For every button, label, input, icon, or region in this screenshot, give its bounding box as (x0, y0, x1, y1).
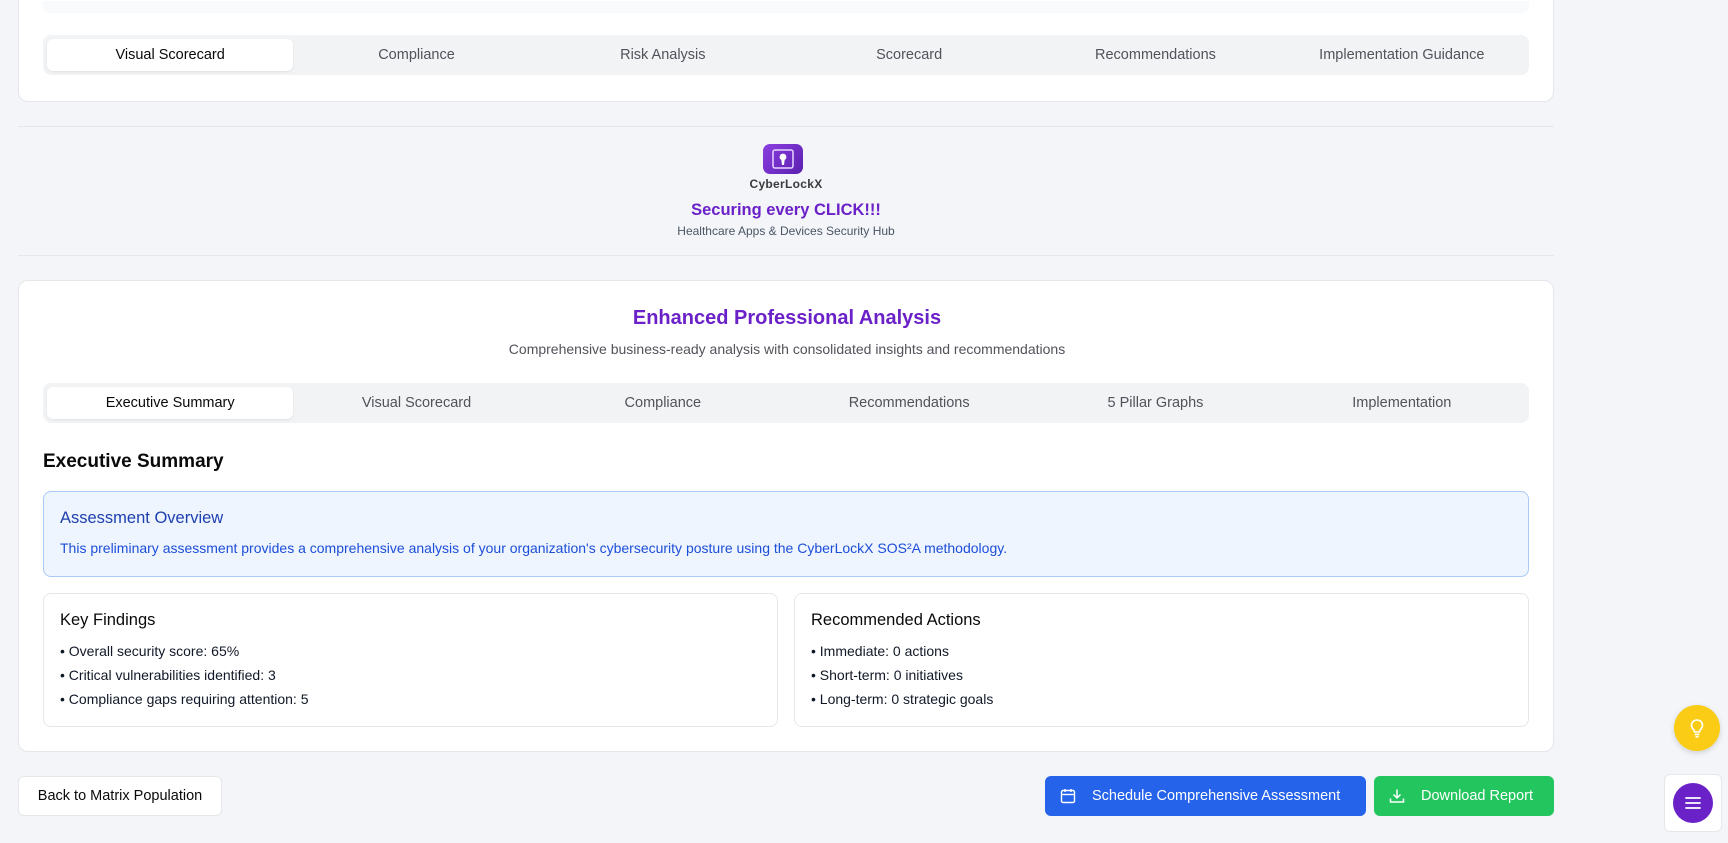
back-button-label: Back to Matrix Population (37, 788, 203, 804)
tab-executive-summary[interactable]: Executive Summary (47, 387, 294, 419)
list-item: • Short-term: 0 initiatives (811, 667, 963, 683)
list-item: • Compliance gaps requiring attention: 5 (60, 691, 309, 707)
top-card-content-strip (43, 1, 1529, 13)
section-title: Executive Summary (43, 451, 224, 472)
top-tab-scorecard[interactable]: Scorecard (786, 39, 1032, 71)
menu-button-container (1664, 774, 1722, 832)
tab-5-pillar-graphs[interactable]: 5 Pillar Graphs (1032, 387, 1278, 419)
recommended-actions-title: Recommended Actions (811, 611, 981, 629)
overview-text: This preliminary assessment provides a c… (60, 540, 1008, 556)
download-button-label: Download Report (1421, 788, 1534, 804)
menu-button[interactable] (1673, 783, 1713, 823)
list-item: • Immediate: 0 actions (811, 643, 949, 659)
tab-compliance[interactable]: Compliance (540, 387, 786, 419)
analysis-title: Enhanced Professional Analysis (632, 307, 942, 329)
tab-recommendations[interactable]: Recommendations (786, 387, 1032, 419)
analysis-card: Enhanced Professional Analysis Comprehen… (18, 280, 1554, 752)
tab-visual-scorecard[interactable]: Visual Scorecard (293, 387, 539, 419)
top-report-card: Visual Scorecard Compliance Risk Analysi… (18, 0, 1554, 102)
key-findings-title: Key Findings (60, 611, 156, 629)
brand-header: CyberLockX Securing every CLICK!!! Healt… (18, 126, 1554, 256)
list-item: • Long-term: 0 strategic goals (811, 691, 994, 707)
list-item: • Critical vulnerabilities identified: 3 (60, 667, 276, 683)
top-tab-risk-analysis[interactable]: Risk Analysis (540, 39, 786, 71)
top-tab-compliance[interactable]: Compliance (293, 39, 539, 71)
logo-text: CyberLockX (749, 177, 823, 191)
recommended-actions-panel: Recommended Actions • Immediate: 0 actio… (794, 593, 1529, 727)
key-findings-panel: Key Findings • Overall security score: 6… (43, 593, 778, 727)
top-tab-visual-scorecard[interactable]: Visual Scorecard (47, 39, 294, 71)
brand-subtitle: Healthcare Apps & Devices Security Hub (677, 224, 895, 238)
top-tab-recommendations[interactable]: Recommendations (1032, 39, 1278, 71)
tab-implementation[interactable]: Implementation (1279, 387, 1525, 419)
keyhole-lock-icon (772, 149, 794, 169)
lightbulb-icon (1690, 719, 1704, 738)
download-report-button[interactable]: Download Report (1374, 776, 1554, 816)
schedule-button-label: Schedule Comprehensive Assessment (1092, 788, 1341, 804)
top-tab-bar: Visual Scorecard Compliance Risk Analysi… (43, 35, 1529, 75)
download-icon (1389, 789, 1405, 803)
tips-button[interactable] (1674, 705, 1720, 751)
calendar-icon (1060, 789, 1076, 804)
analysis-subtitle: Comprehensive business-ready analysis wi… (508, 341, 1066, 357)
overview-title: Assessment Overview (60, 509, 224, 527)
menu-icon (1685, 797, 1701, 809)
assessment-overview-panel: Assessment Overview This preliminary ass… (43, 491, 1529, 577)
list-item: • Overall security score: 65% (60, 643, 240, 659)
top-tab-implementation-guidance[interactable]: Implementation Guidance (1279, 39, 1525, 71)
schedule-assessment-button[interactable]: Schedule Comprehensive Assessment (1045, 776, 1366, 816)
brand-tagline: Securing every CLICK!!! (691, 201, 881, 219)
cyberlockx-logo (763, 144, 803, 174)
back-to-matrix-button[interactable]: Back to Matrix Population (18, 776, 222, 816)
analysis-tab-bar: Executive Summary Visual Scorecard Compl… (43, 383, 1529, 423)
